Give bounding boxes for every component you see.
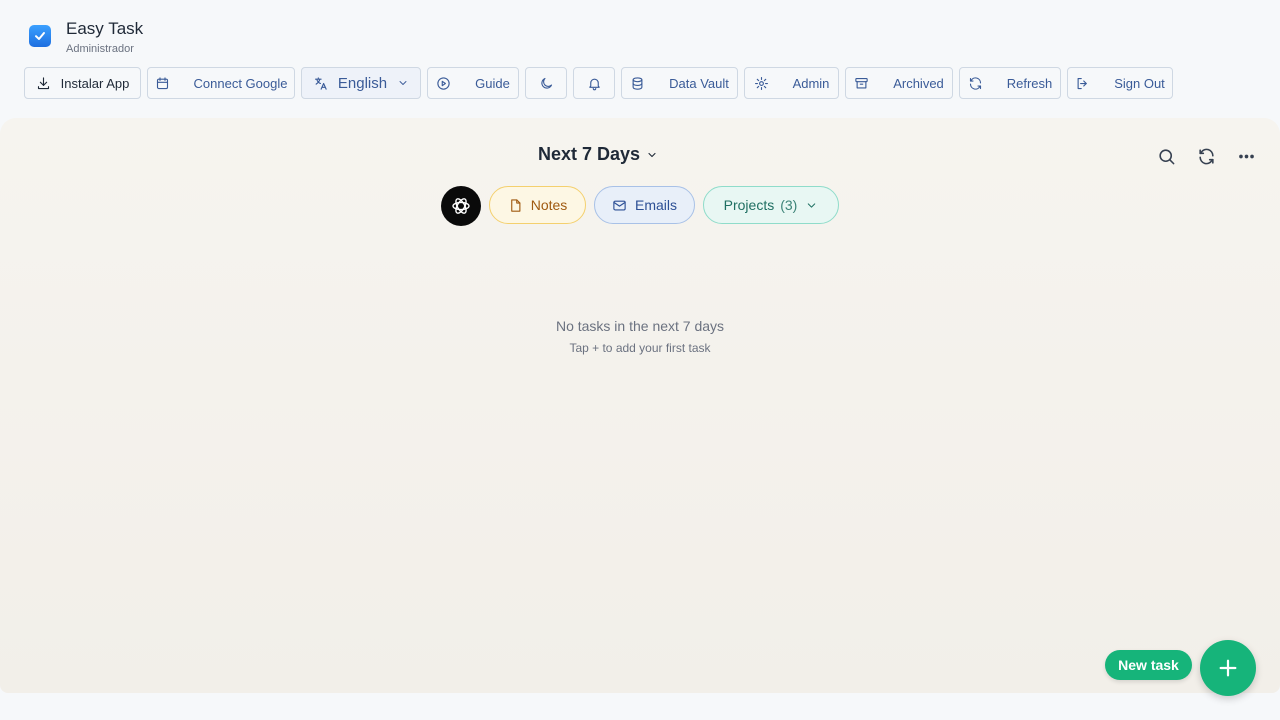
empty-state-title: No tasks in the next 7 days <box>555 318 725 334</box>
notes-filter-chip[interactable]: Notes <box>489 186 586 224</box>
mail-icon <box>613 200 626 210</box>
more-options-button[interactable] <box>1234 144 1258 168</box>
chevron-down-icon <box>808 202 816 208</box>
data-vault-button[interactable]: Data Vault <box>621 67 738 99</box>
install-app-button[interactable]: Instalar App <box>24 67 141 99</box>
sign-out-button[interactable]: Sign Out <box>1067 67 1173 99</box>
app-subtitle: Administrador <box>66 43 134 55</box>
new-task-button[interactable]: New task <box>1105 650 1192 680</box>
translate-icon <box>314 76 327 90</box>
notes-label: Notes <box>530 197 568 213</box>
connect-google-label: Connect Google <box>193 75 288 91</box>
projects-filter-chip[interactable]: Projects (3) <box>703 186 839 224</box>
language-select[interactable]: English <box>301 67 421 99</box>
install-app-label: Instalar App <box>60 75 130 91</box>
app-title: Easy Task <box>66 19 144 38</box>
search-button[interactable] <box>1154 144 1178 168</box>
download-icon <box>37 76 49 89</box>
archived-label: Archived <box>893 75 944 91</box>
gear-icon <box>754 76 768 90</box>
plus-icon <box>1219 659 1237 677</box>
refresh-icon <box>1198 148 1214 164</box>
moon-icon <box>540 77 552 89</box>
checkbox-icon <box>29 25 51 47</box>
admin-button[interactable]: Admin <box>744 67 839 99</box>
sync-button[interactable] <box>1194 144 1218 168</box>
openai-icon <box>452 198 470 214</box>
add-task-fab[interactable] <box>1200 640 1256 696</box>
view-selector[interactable]: Next 7 Days <box>538 144 658 165</box>
refresh-button[interactable]: Refresh <box>959 67 1061 99</box>
empty-state-subtitle: Tap + to add your first task <box>569 341 711 355</box>
connect-google-button[interactable]: Connect Google <box>147 67 295 99</box>
language-label: English <box>337 74 388 92</box>
note-icon <box>510 198 521 212</box>
emails-label: Emails <box>634 197 677 213</box>
view-title: Next 7 Days <box>538 144 641 164</box>
projects-label: Projects <box>723 197 775 213</box>
ai-assistant-button[interactable] <box>441 186 481 226</box>
notifications-button[interactable] <box>573 67 615 99</box>
projects-count: (3) <box>780 197 798 213</box>
bell-icon <box>588 78 600 90</box>
chevron-down-icon <box>399 81 407 85</box>
sign-out-label: Sign Out <box>1114 75 1165 91</box>
app-titles: Easy Task Administrador <box>66 17 143 56</box>
archive-icon <box>855 77 868 88</box>
emails-filter-chip[interactable]: Emails <box>594 186 695 224</box>
refresh-icon <box>969 76 981 90</box>
database-icon <box>632 76 643 90</box>
search-icon <box>1158 148 1174 164</box>
data-vault-label: Data Vault <box>669 75 729 91</box>
calendar-icon <box>156 76 168 89</box>
main-panel: Next 7 Days Notes Emails Projects (3) No… <box>0 118 1280 696</box>
refresh-label: Refresh <box>1006 75 1053 91</box>
admin-label: Admin <box>792 75 830 91</box>
chevron-down-icon <box>648 152 656 157</box>
dark-mode-toggle[interactable] <box>525 67 567 99</box>
sign-out-icon <box>1077 77 1088 89</box>
guide-label: Guide <box>475 75 510 91</box>
more-horizontal-icon <box>1238 154 1254 158</box>
play-circle-icon <box>437 76 450 90</box>
archived-button[interactable]: Archived <box>845 67 953 99</box>
guide-button[interactable]: Guide <box>427 67 519 99</box>
app-header: Easy Task Administrador <box>29 17 143 56</box>
